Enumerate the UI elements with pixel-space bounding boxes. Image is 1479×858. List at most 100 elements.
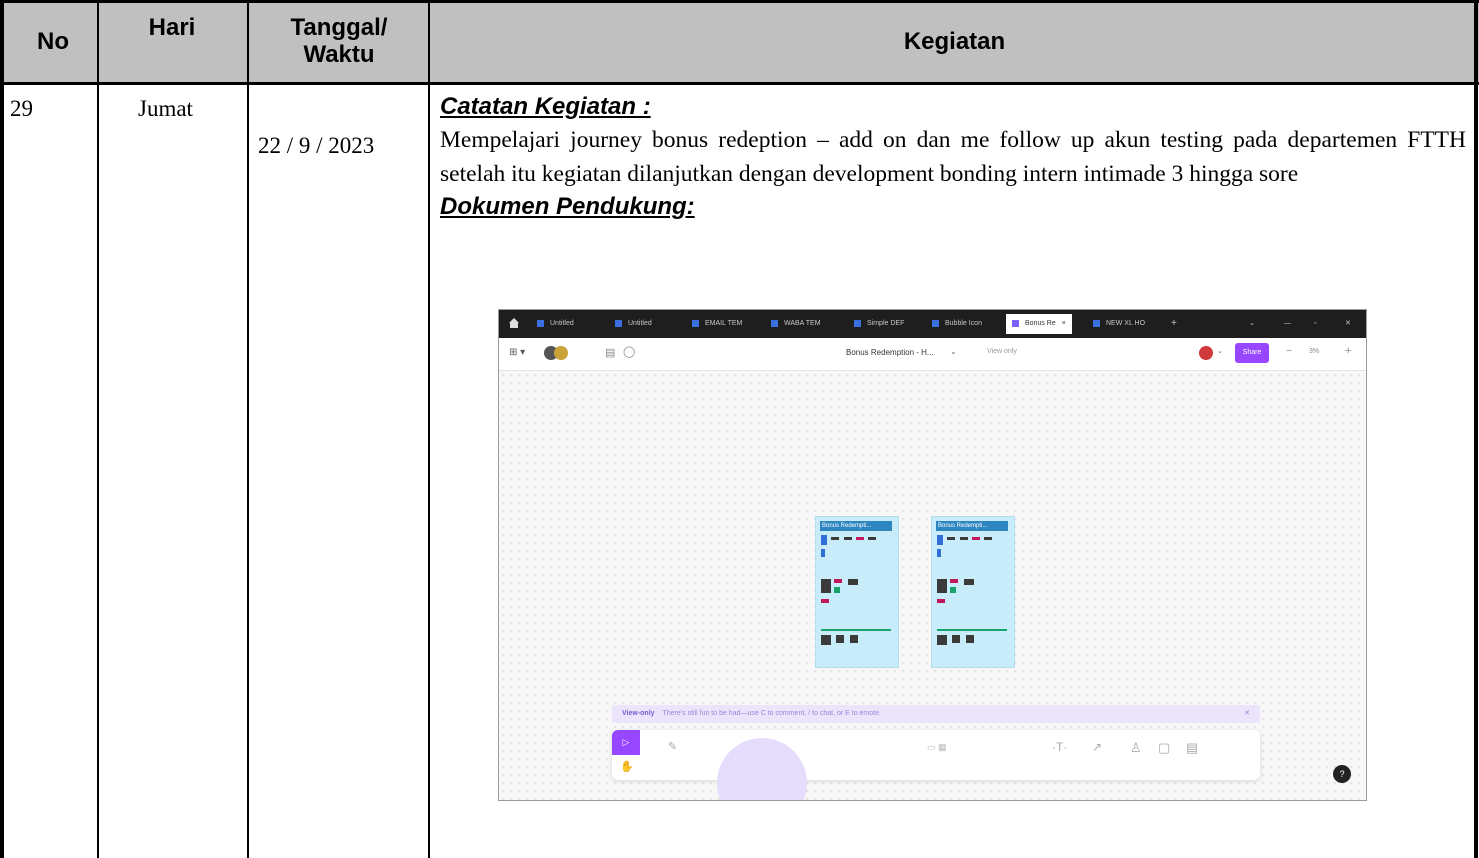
tab-1[interactable]: Untitled bbox=[615, 317, 652, 331]
catatan-heading: Catatan Kegiatan : bbox=[440, 93, 651, 120]
board-title: Bonus Redempti... bbox=[936, 521, 1008, 531]
shape-preview bbox=[717, 738, 807, 800]
tab-label: WABA TEM bbox=[784, 320, 821, 327]
board-frame[interactable]: Bonus Redempti... bbox=[931, 516, 1015, 668]
share-button[interactable]: Share bbox=[1235, 343, 1269, 363]
mini-screen bbox=[821, 629, 891, 631]
header-kegiatan: Kegiatan bbox=[903, 28, 1006, 55]
left-border bbox=[0, 0, 4, 858]
main-menu-icon[interactable]: ⊞ ▾ bbox=[509, 347, 525, 358]
tab-6-active[interactable]: Bonus Re × bbox=[1006, 314, 1072, 334]
zoom-in-icon[interactable]: + bbox=[1345, 345, 1351, 357]
close-icon[interactable]: × bbox=[1062, 320, 1066, 327]
tab-label: EMAIL TEM bbox=[705, 320, 743, 327]
tab-label: Untitled bbox=[628, 320, 652, 327]
mini-screen bbox=[821, 579, 831, 593]
row-no: 29 bbox=[10, 96, 33, 121]
tab-2[interactable]: EMAIL TEM bbox=[692, 317, 742, 331]
right-border bbox=[1474, 0, 1478, 858]
mini-screen bbox=[856, 537, 864, 540]
mini-screen bbox=[821, 599, 829, 603]
mini-screen bbox=[964, 579, 974, 585]
title-chevron-icon[interactable]: ⌄ bbox=[950, 347, 957, 356]
mini-screen bbox=[937, 579, 947, 593]
bottom-toolbar: ▷ ✋ ✎ ▭ ▦ ·T· ↗ ♙ ▢ ▤ bbox=[612, 730, 1260, 800]
mini-screen bbox=[984, 537, 992, 540]
header-no: No bbox=[37, 28, 69, 55]
mini-screen bbox=[937, 549, 941, 557]
user-avatar[interactable] bbox=[1199, 346, 1213, 360]
supporting-screenshot: Untitled Untitled EMAIL TEM WABA TEM Sim… bbox=[498, 309, 1367, 801]
minimize-icon[interactable]: — bbox=[1284, 317, 1291, 331]
zoom-level[interactable]: 3% bbox=[1309, 348, 1319, 355]
chevron-down-icon[interactable]: ⌄ bbox=[1249, 317, 1255, 331]
mini-screen bbox=[937, 629, 1007, 631]
avatar-secondary[interactable] bbox=[554, 346, 568, 360]
file-icon bbox=[1093, 319, 1100, 327]
pen-tool-icon[interactable]: ✎ bbox=[668, 740, 677, 753]
file-icon bbox=[615, 319, 622, 327]
connector-tool-icon[interactable]: ↗ bbox=[1092, 740, 1102, 754]
avatar-chevron-icon[interactable]: ⌄ bbox=[1217, 347, 1223, 355]
table-tool-icon[interactable]: ▤ bbox=[1186, 740, 1198, 756]
tab-label: Bubble Icon bbox=[945, 320, 982, 327]
zoom-out-icon[interactable]: − bbox=[1286, 346, 1292, 357]
mini-screen bbox=[950, 587, 956, 593]
frame-icon[interactable]: ▤ bbox=[605, 346, 615, 359]
figma-toolbar: ⊞ ▾ ▤ ◯ Bonus Redemption - H... ⌄ View o… bbox=[499, 338, 1366, 371]
move-tool-button[interactable]: ▷ bbox=[612, 730, 640, 755]
mini-screen bbox=[821, 549, 825, 557]
sticky-tool-icon[interactable]: ▭ ▦ bbox=[927, 742, 947, 753]
browser-tab-bar: Untitled Untitled EMAIL TEM WABA TEM Sim… bbox=[499, 310, 1366, 338]
mini-screen bbox=[966, 635, 974, 643]
mini-screen bbox=[937, 535, 943, 545]
file-icon bbox=[537, 319, 544, 327]
view-only-label: View only bbox=[987, 348, 1017, 355]
hand-tool-icon[interactable]: ✋ bbox=[620, 760, 634, 773]
comment-icon[interactable]: ◯ bbox=[623, 345, 635, 358]
mini-screen bbox=[868, 537, 876, 540]
mini-screen bbox=[844, 537, 852, 540]
mini-screen bbox=[952, 635, 960, 643]
mini-screen bbox=[947, 537, 955, 540]
header-hari: Hari bbox=[148, 14, 196, 41]
mini-screen bbox=[836, 635, 844, 643]
view-only-banner: View-only There's still fun to be had—us… bbox=[612, 705, 1260, 723]
mini-screen bbox=[834, 587, 840, 593]
kegiatan-content: Catatan Kegiatan : Mempelajari journey b… bbox=[440, 93, 1466, 221]
stamp-tool-icon[interactable]: ♙ bbox=[1130, 740, 1142, 756]
mini-screen bbox=[848, 579, 858, 585]
catatan-text: Mempelajari journey bonus redeption – ad… bbox=[440, 127, 1466, 187]
file-icon bbox=[1012, 319, 1019, 327]
maximize-icon[interactable]: ▫ bbox=[1314, 317, 1316, 331]
view-only-badge: View-only bbox=[622, 710, 655, 717]
board-frame[interactable]: Bonus Redempti... bbox=[815, 516, 899, 668]
tab-3[interactable]: WABA TEM bbox=[771, 317, 821, 331]
file-icon bbox=[854, 319, 861, 327]
tab-4[interactable]: Simple DEF bbox=[854, 317, 904, 331]
tab-0[interactable]: Untitled bbox=[537, 317, 574, 331]
row-tanggal: 22 / 9 / 2023 bbox=[258, 133, 375, 158]
text-tool-icon[interactable]: ·T· bbox=[1052, 740, 1067, 754]
new-tab-button[interactable]: + bbox=[1171, 317, 1177, 331]
top-border bbox=[0, 0, 1479, 3]
close-window-icon[interactable]: ✕ bbox=[1345, 317, 1351, 331]
help-button[interactable]: ? bbox=[1333, 765, 1351, 783]
tab-label: NEW XL HO bbox=[1106, 320, 1146, 327]
file-icon bbox=[771, 319, 778, 327]
board-title: Bonus Redempti... bbox=[820, 521, 892, 531]
tab-label: Bonus Re bbox=[1025, 320, 1056, 327]
header-tanggal-line2: Waktu bbox=[303, 41, 375, 68]
file-title[interactable]: Bonus Redemption - H... bbox=[846, 348, 934, 357]
file-icon bbox=[932, 319, 939, 327]
header-tanggal: Tanggal/ Waktu bbox=[250, 14, 428, 68]
mini-screen bbox=[834, 579, 842, 583]
mini-screen bbox=[821, 635, 831, 645]
home-icon-base bbox=[510, 323, 518, 328]
tab-5[interactable]: Bubble Icon bbox=[932, 317, 982, 331]
section-tool-icon[interactable]: ▢ bbox=[1158, 740, 1170, 756]
close-icon[interactable]: ✕ bbox=[1244, 705, 1250, 723]
mini-screen bbox=[960, 537, 968, 540]
tab-7[interactable]: NEW XL HO bbox=[1093, 317, 1145, 331]
tab-label: Simple DEF bbox=[867, 320, 905, 327]
